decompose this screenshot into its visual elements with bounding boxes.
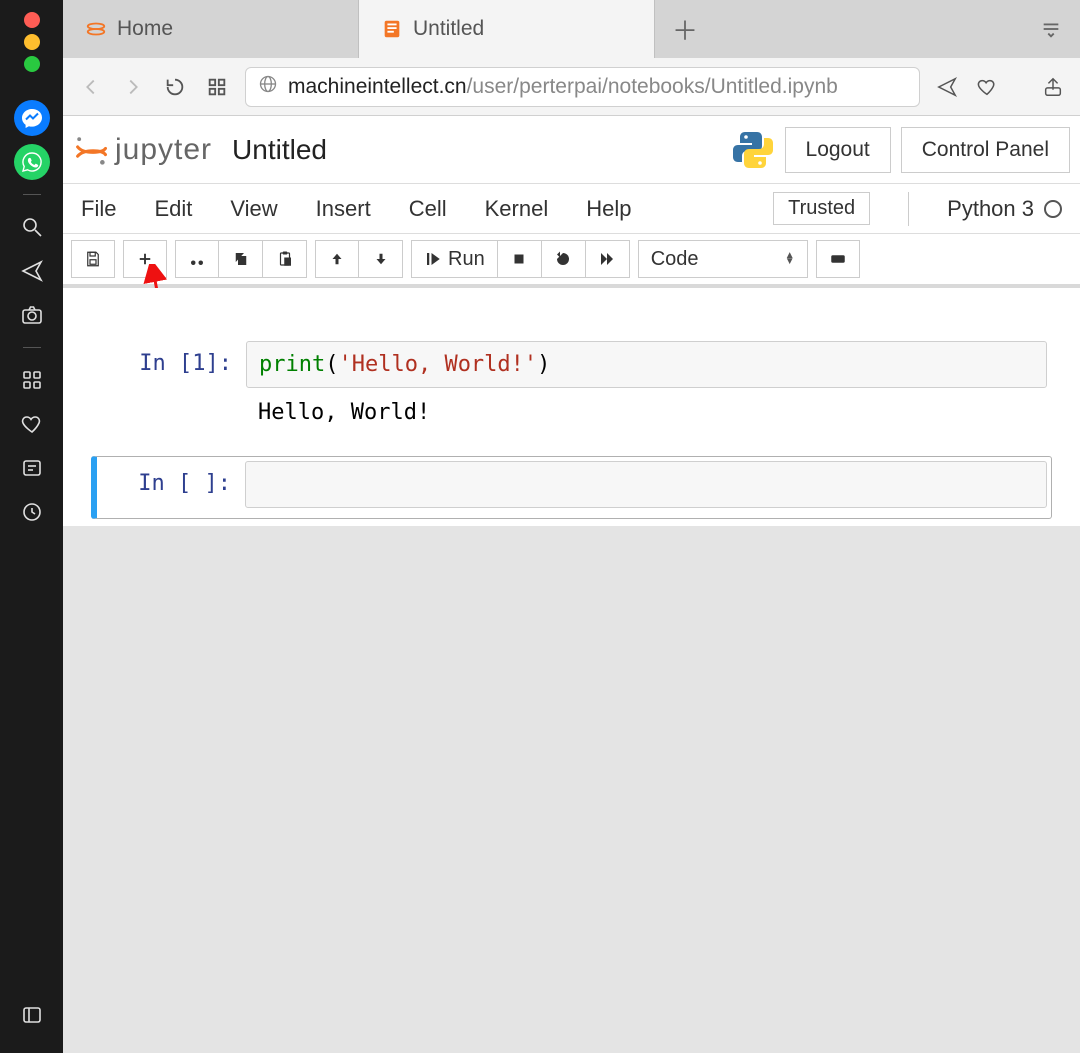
select-caret-icon: ▲▼ bbox=[785, 253, 795, 265]
close-window-icon[interactable] bbox=[24, 12, 40, 28]
notebook-favicon-icon bbox=[381, 18, 403, 40]
messenger-icon[interactable] bbox=[14, 100, 50, 136]
restart-run-all-button[interactable] bbox=[586, 240, 630, 278]
control-panel-button[interactable]: Control Panel bbox=[901, 127, 1070, 173]
new-tab-button[interactable]: ＋ bbox=[655, 0, 715, 58]
menu-help[interactable]: Help bbox=[586, 196, 631, 222]
jupyter-brand-text: jupyter bbox=[115, 133, 212, 167]
jupyter-favicon-icon bbox=[85, 18, 107, 40]
favorite-icon[interactable] bbox=[974, 74, 1000, 100]
command-palette-button[interactable] bbox=[816, 240, 860, 278]
jupyter-header: jupyter Untitled Logout Control Panel bbox=[63, 116, 1080, 184]
back-button[interactable] bbox=[77, 73, 105, 101]
cell-output: Hello, World! bbox=[246, 394, 1047, 445]
interrupt-button[interactable] bbox=[498, 240, 542, 278]
notebook-title[interactable]: Untitled bbox=[232, 134, 327, 166]
input-prompt: In [1]: bbox=[96, 341, 246, 388]
apps-grid-icon[interactable] bbox=[14, 362, 50, 398]
jupyter-logo[interactable]: jupyter bbox=[73, 133, 212, 167]
url-path: /user/perterpai/notebooks/Untitled.ipynb bbox=[467, 75, 838, 98]
minimize-window-icon[interactable] bbox=[24, 34, 40, 50]
move-down-button[interactable] bbox=[359, 240, 403, 278]
browser-window: Home Untitled ＋ machineintellect.cn/user… bbox=[63, 0, 1080, 1053]
share-icon[interactable] bbox=[1040, 74, 1066, 100]
panel-icon[interactable] bbox=[14, 997, 50, 1033]
code-cell[interactable]: In [1]: print('Hello, World!') . Hello, … bbox=[91, 336, 1052, 456]
notebook-area: In [1]: print('Hello, World!') . Hello, … bbox=[63, 288, 1080, 1053]
restart-button[interactable] bbox=[542, 240, 586, 278]
sidebar-divider bbox=[23, 347, 41, 348]
url-text: machineintellect.cn/user/perterpai/noteb… bbox=[288, 75, 838, 99]
tab-menu-icon[interactable] bbox=[1022, 0, 1080, 58]
search-icon[interactable] bbox=[14, 209, 50, 245]
tab-label: Untitled bbox=[413, 17, 484, 41]
input-prompt: In [ ]: bbox=[95, 461, 245, 508]
menu-edit[interactable]: Edit bbox=[154, 196, 192, 222]
address-bar[interactable]: machineintellect.cn/user/perterpai/noteb… bbox=[245, 67, 920, 107]
url-host: machineintellect.cn bbox=[288, 75, 467, 98]
forward-button[interactable] bbox=[119, 73, 147, 101]
cut-button[interactable] bbox=[175, 240, 219, 278]
history-icon[interactable] bbox=[14, 494, 50, 530]
run-label: Run bbox=[448, 248, 485, 271]
menu-kernel[interactable]: Kernel bbox=[485, 196, 549, 222]
jupyter-menubar: File Edit View Insert Cell Kernel Help T… bbox=[63, 184, 1080, 234]
browser-tab-notebook[interactable]: Untitled bbox=[359, 0, 655, 58]
browser-toolbar: machineintellect.cn/user/perterpai/noteb… bbox=[63, 58, 1080, 116]
heart-icon[interactable] bbox=[14, 406, 50, 442]
menu-view[interactable]: View bbox=[230, 196, 277, 222]
logout-button[interactable]: Logout bbox=[785, 127, 891, 173]
run-button[interactable]: Run bbox=[411, 240, 498, 278]
celltype-select[interactable]: Code ▲▼ bbox=[638, 240, 808, 278]
python-logo-icon bbox=[731, 128, 775, 172]
jupyter-logo-icon bbox=[73, 133, 107, 167]
code-cell[interactable]: In [ ]: bbox=[91, 456, 1052, 519]
run-icon bbox=[424, 250, 442, 268]
jupyter-toolbar: Run Code ▲▼ bbox=[63, 234, 1080, 288]
menu-cell[interactable]: Cell bbox=[409, 196, 447, 222]
add-cell-button[interactable] bbox=[123, 240, 167, 278]
browser-tab-home[interactable]: Home bbox=[63, 0, 359, 58]
send-icon[interactable] bbox=[14, 253, 50, 289]
kernel-name: Python 3 bbox=[947, 196, 1034, 222]
os-sidebar bbox=[0, 0, 63, 1053]
code-input[interactable] bbox=[245, 461, 1047, 508]
camera-icon[interactable] bbox=[14, 297, 50, 333]
kernel-status-icon bbox=[1044, 200, 1062, 218]
grid-icon[interactable] bbox=[203, 73, 231, 101]
globe-icon bbox=[258, 74, 278, 100]
tab-label: Home bbox=[117, 17, 173, 41]
reload-button[interactable] bbox=[161, 73, 189, 101]
menubar-separator bbox=[908, 192, 909, 226]
whatsapp-icon[interactable] bbox=[14, 144, 50, 180]
paste-button[interactable] bbox=[263, 240, 307, 278]
note-icon[interactable] bbox=[14, 450, 50, 486]
move-up-button[interactable] bbox=[315, 240, 359, 278]
save-button[interactable] bbox=[71, 240, 115, 278]
notebook-empty-area bbox=[63, 526, 1080, 1053]
browser-tab-strip: Home Untitled ＋ bbox=[63, 0, 1080, 58]
code-input[interactable]: print('Hello, World!') bbox=[246, 341, 1047, 388]
send-page-icon[interactable] bbox=[934, 74, 960, 100]
window-controls bbox=[24, 12, 40, 72]
celltype-value: Code bbox=[651, 248, 699, 271]
sidebar-divider bbox=[23, 194, 41, 195]
menu-file[interactable]: File bbox=[81, 196, 116, 222]
maximize-window-icon[interactable] bbox=[24, 56, 40, 72]
kernel-indicator[interactable]: Python 3 bbox=[947, 196, 1062, 222]
menu-insert[interactable]: Insert bbox=[316, 196, 371, 222]
copy-button[interactable] bbox=[219, 240, 263, 278]
trusted-indicator[interactable]: Trusted bbox=[773, 192, 870, 225]
